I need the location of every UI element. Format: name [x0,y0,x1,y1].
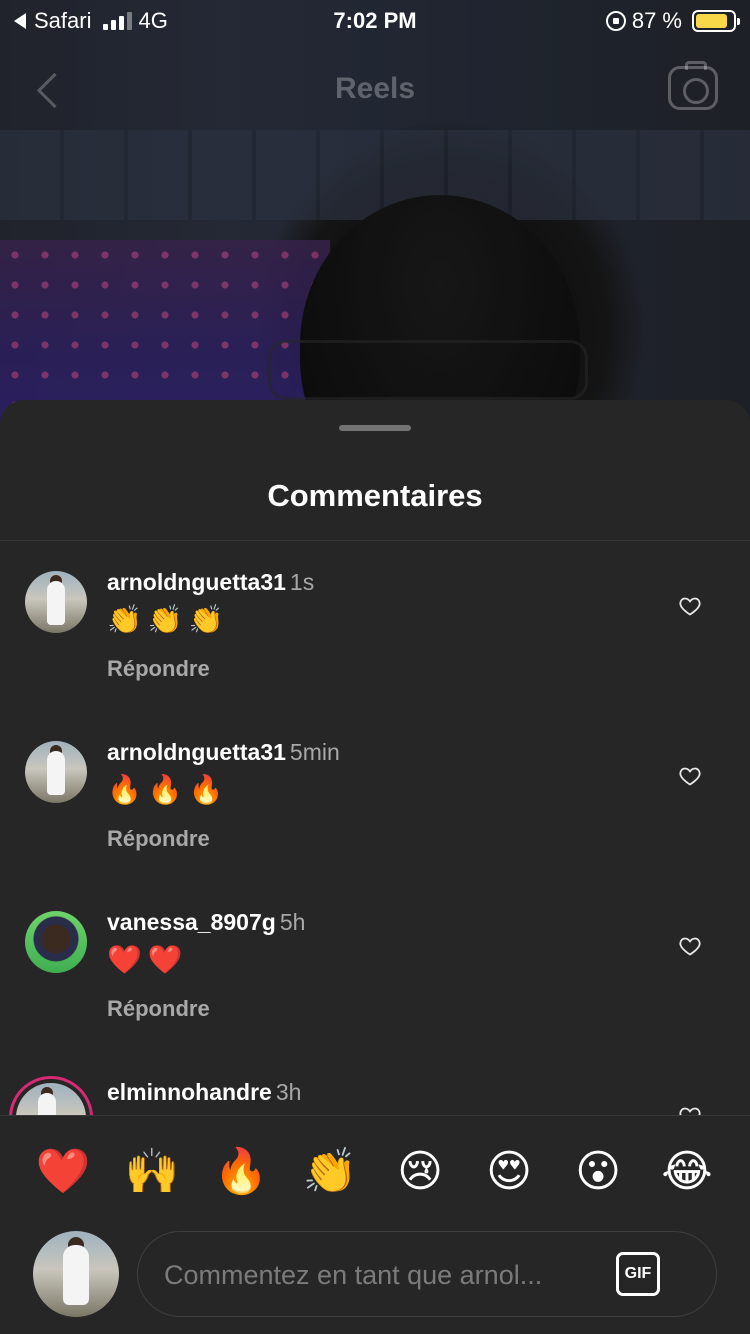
comment-username[interactable]: elminnohandre [107,1079,272,1105]
sheet-drag-handle[interactable] [339,425,411,431]
comment-time: 5min [289,739,340,765]
emoji-surprised-button[interactable]: 😮 [570,1144,626,1200]
comment-input[interactable]: Commentez en tant que arnol... GIF [137,1231,717,1317]
avatar[interactable] [16,1083,86,1115]
like-heart-icon[interactable] [678,764,702,788]
avatar[interactable] [25,571,87,633]
reels-title: Reels [334,72,416,105]
reply-button[interactable]: Répondre [107,826,210,852]
comment-input-placeholder[interactable]: Commentez en tant que arnol... [164,1260,542,1291]
comment-composer: ❤️ 🙌 🔥 👏 😢 😍 😮 😂 Commentez en tant que a… [0,1115,750,1334]
comment-text: ❤️❤️ [107,944,189,975]
emoji-heart-eyes-button[interactable]: 😍 [481,1144,537,1200]
avatar[interactable] [25,741,87,803]
like-heart-icon[interactable] [678,934,702,958]
like-heart-icon[interactable] [678,594,702,618]
comment-time: 5h [279,909,306,935]
reels-header: Reels [0,60,750,120]
reply-button[interactable]: Répondre [107,656,210,682]
comment-username[interactable]: arnoldnguetta31 [107,739,286,765]
comment-item: arnoldnguetta31 1s 👏👏👏 Répondre [0,541,750,711]
comments-list[interactable]: arnoldnguetta31 1s 👏👏👏 Répondre arnoldngu… [0,541,750,1115]
avatar[interactable] [25,911,87,973]
my-avatar [33,1231,119,1317]
orientation-lock-icon [605,11,626,31]
battery-level-fill [696,14,728,28]
gif-button[interactable]: GIF [616,1252,660,1296]
comment-item: elminnohandre 3h [0,1051,750,1115]
comment-text: 🔥🔥🔥 [107,774,230,805]
camera-icon[interactable] [668,61,718,110]
comment-time: 3h [275,1079,302,1105]
emoji-clap-button[interactable]: 👏 [302,1144,358,1200]
reply-button[interactable]: Répondre [107,996,210,1022]
status-bar: Safari 4G 7:02 PM 87 % [0,0,750,40]
emoji-raised-hands-button[interactable]: 🙌 [124,1144,180,1200]
emoji-heart-button[interactable]: ❤️ [35,1144,91,1200]
emoji-fire-button[interactable]: 🔥 [213,1144,269,1200]
battery-percent: 87 % [631,8,682,33]
comment-username[interactable]: arnoldnguetta31 [107,569,286,595]
like-heart-icon[interactable] [678,1104,702,1115]
comment-item: arnoldnguetta31 5min 🔥🔥🔥 Répondre [0,711,750,881]
comment-text: 👏👏👏 [107,604,230,635]
battery-icon [692,10,740,32]
comment-time: 1s [289,569,315,595]
emoji-laughing-button[interactable]: 😂 [659,1144,715,1200]
sheet-title: Commentaires [267,478,483,513]
emoji-crying-button[interactable]: 😢 [392,1144,448,1200]
comment-username[interactable]: vanessa_8907g [107,909,276,935]
quick-reactions-bar: ❤️ 🙌 🔥 👏 😢 😍 😮 😂 [0,1144,750,1200]
comment-item: vanessa_8907g 5h ❤️❤️ Répondre [0,881,750,1051]
